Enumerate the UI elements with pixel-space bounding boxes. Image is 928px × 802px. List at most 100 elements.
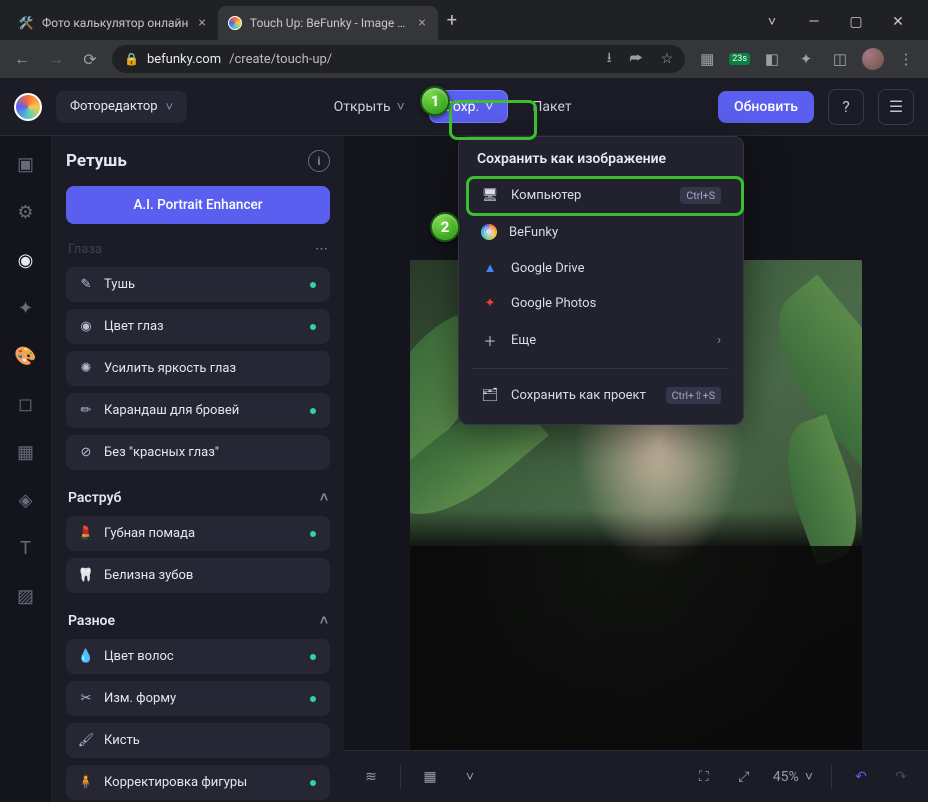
upgrade-button[interactable]: Обновить xyxy=(718,91,814,123)
grid-view-icon[interactable]: ▦ xyxy=(419,769,441,785)
ellipsis-icon xyxy=(315,242,328,257)
menu-separator xyxy=(473,368,729,369)
extension-icon[interactable]: ▦ xyxy=(695,50,719,68)
batch-button[interactable]: Пакет xyxy=(518,91,585,123)
sliders-icon[interactable]: ⚙ xyxy=(12,198,40,226)
browser-tabs: 🛠️ Фото калькулятор онлайн × Touch Up: B… xyxy=(8,0,750,40)
tool-item[interactable]: 💧Цвет волос xyxy=(66,639,330,674)
status-dot xyxy=(310,408,316,414)
maximize-icon[interactable]: ▢ xyxy=(844,14,868,30)
callout-badge-2: 2 xyxy=(430,212,460,242)
tool-label: Тушь xyxy=(104,277,135,292)
eye-icon[interactable]: ◉ xyxy=(12,246,40,274)
tool-item[interactable]: 🖌Кисть xyxy=(66,723,330,758)
hamburger-menu-button[interactable]: ☰ xyxy=(878,89,914,125)
befunky-logo-icon[interactable] xyxy=(14,93,42,121)
image-icon[interactable]: ▣ xyxy=(12,150,40,178)
tool-item[interactable]: ◉Цвет глаз xyxy=(66,309,330,344)
extensions-puzzle-icon[interactable]: ✦ xyxy=(794,50,818,68)
tool-item[interactable]: ✏Карандаш для бровей xyxy=(66,393,330,428)
befunky-favicon-icon xyxy=(228,16,242,30)
tool-label: Изм. форму xyxy=(104,691,176,706)
chevron-down-icon: ˅ xyxy=(805,768,813,785)
save-menu-item-befunky[interactable]: ◉BeFunky xyxy=(469,214,733,250)
gdrive-icon: ▲ xyxy=(481,260,499,276)
save-menu-heading: Сохранить как изображение xyxy=(469,151,733,177)
redo-icon[interactable]: ↷ xyxy=(890,769,912,785)
fullscreen-icon[interactable]: ⛶ xyxy=(693,769,715,785)
kebab-menu-icon[interactable]: ⋮ xyxy=(894,50,918,68)
palette-icon[interactable]: 🎨 xyxy=(12,342,40,370)
frame-icon[interactable]: ◻ xyxy=(12,390,40,418)
layers-icon[interactable]: ≋ xyxy=(360,769,382,785)
tool-item[interactable]: ✂Изм. форму xyxy=(66,681,330,716)
section-header[interactable]: Разное˄ xyxy=(66,600,330,639)
profile-avatar[interactable] xyxy=(862,48,884,70)
tool-item[interactable]: ⊘Без "красных глаз" xyxy=(66,435,330,470)
upgrade-label: Обновить xyxy=(734,99,798,115)
pencil-icon: ✏ xyxy=(78,403,94,418)
texture-icon[interactable]: ▨ xyxy=(12,582,40,610)
help-button[interactable]: ? xyxy=(828,89,864,125)
share-icon[interactable]: ⮫ xyxy=(630,51,643,67)
reload-button[interactable]: ⟳ xyxy=(78,50,102,69)
extension-icon[interactable]: ◧ xyxy=(760,50,784,68)
close-window-icon[interactable]: ✕ xyxy=(886,14,910,30)
chevron-down-icon[interactable]: ˅ xyxy=(760,13,784,30)
callout-badge-1: 1 xyxy=(420,86,450,116)
menu-item-label: Еще xyxy=(511,333,536,348)
extension-icon[interactable]: ◫ xyxy=(828,50,852,68)
editor-dropdown[interactable]: Фоторедактор ˅ xyxy=(56,91,187,123)
chevron-down-icon[interactable]: ˅ xyxy=(459,768,481,785)
bookmark-icon[interactable]: ☆ xyxy=(661,51,674,67)
ai-enhancer-button[interactable]: A.I. Portrait Enhancer xyxy=(66,186,330,224)
tool-item[interactable]: ✺Усилить яркость глаз xyxy=(66,351,330,386)
save-menu-item-gphotos[interactable]: ✦ Google Photos xyxy=(469,286,733,321)
ai-button-label: A.I. Portrait Enhancer xyxy=(133,197,262,213)
batch-label: Пакет xyxy=(532,99,571,115)
tool-item[interactable]: 💄Губная помада xyxy=(66,516,330,551)
tab-title: Фото калькулятор онлайн xyxy=(42,16,188,30)
grid-icon[interactable]: ▦ xyxy=(12,438,40,466)
extension-badge[interactable]: 23s xyxy=(729,53,750,65)
status-dot xyxy=(310,324,316,330)
info-icon[interactable]: i xyxy=(308,150,330,172)
section-title: Разное xyxy=(68,613,115,629)
save-dropdown-menu: Сохранить как изображение 🖥КомпьютерCtrl… xyxy=(458,136,744,425)
eye-icon: ◉ xyxy=(78,319,94,334)
status-dot xyxy=(310,531,316,537)
save-menu-item-gdrive[interactable]: ▲Google Drive xyxy=(469,250,733,286)
save-as-project-item[interactable]: 🗂 Сохранить как проект Ctrl+⇧+S xyxy=(469,377,733,414)
tooth-icon: 🦷 xyxy=(78,568,94,583)
overlay-icon[interactable]: ◈ xyxy=(12,486,40,514)
zoom-control[interactable]: 45% ˅ xyxy=(773,768,813,785)
save-menu-item-computer[interactable]: 🖥КомпьютерCtrl+S xyxy=(469,177,733,214)
chevron-down-icon: ˅ xyxy=(397,98,405,115)
tool-item[interactable]: 🦷Белизна зубов xyxy=(66,558,330,593)
sparkle-icon[interactable]: ✦ xyxy=(12,294,40,322)
section-header[interactable]: Раструб˄ xyxy=(66,477,330,516)
back-button[interactable]: ← xyxy=(10,49,34,69)
install-app-icon[interactable]: ⭳ xyxy=(607,47,612,71)
section-title: Раструб xyxy=(68,490,121,506)
menu-item-label: Google Photos xyxy=(511,296,596,311)
open-button[interactable]: Открыть ˅ xyxy=(320,90,419,123)
close-icon[interactable]: × xyxy=(416,15,427,31)
wrench-icon: 🛠️ xyxy=(18,15,34,31)
shortcut-badge: Ctrl+S xyxy=(680,187,721,204)
url-box[interactable]: 🔒 befunky.com/create/touch-up/ ⭳ ⮫ ☆ xyxy=(112,45,685,73)
close-icon[interactable]: × xyxy=(196,15,207,31)
minimize-icon[interactable]: — xyxy=(802,14,826,30)
text-icon[interactable]: T xyxy=(12,534,40,562)
collapsed-section[interactable]: Глаза xyxy=(66,236,330,267)
undo-icon[interactable]: ↶ xyxy=(850,769,872,785)
chevron-down-icon: ˅ xyxy=(166,99,174,115)
fit-icon[interactable]: ⤢ xyxy=(733,769,755,785)
tool-item[interactable]: 🧍Корректировка фигуры xyxy=(66,765,330,800)
save-menu-item-plus[interactable]: ＋Еще› xyxy=(469,321,733,360)
new-tab-button[interactable]: + xyxy=(438,6,466,34)
gphotos-icon: ✦ xyxy=(481,296,499,311)
browser-tab[interactable]: 🛠️ Фото калькулятор онлайн × xyxy=(8,6,218,40)
browser-tab[interactable]: Touch Up: BeFunky - Image Reto × xyxy=(218,6,438,40)
tool-item[interactable]: ✎Тушь xyxy=(66,267,330,302)
